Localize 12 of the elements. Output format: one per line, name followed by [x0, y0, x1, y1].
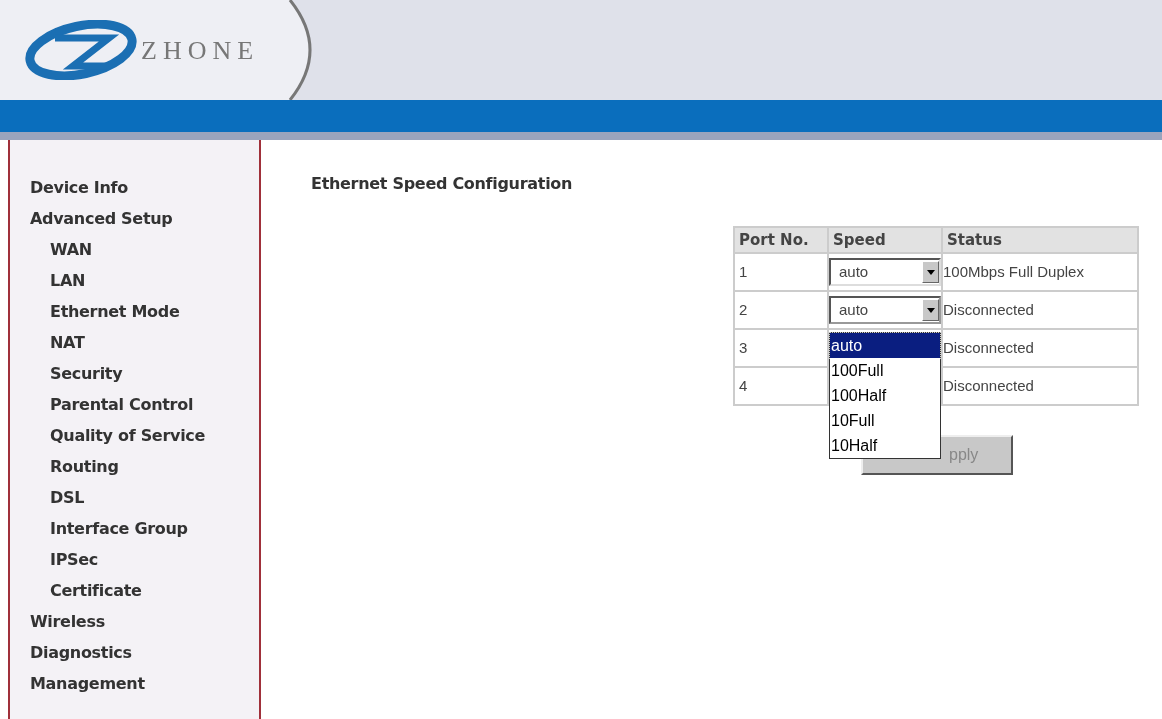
table-cell: Disconnected [942, 291, 1138, 329]
column-header: Speed [828, 227, 942, 253]
table-cell: Disconnected [942, 329, 1138, 367]
table-cell: 1 [734, 253, 828, 291]
column-header: Status [942, 227, 1138, 253]
table-cell: 2 [734, 291, 828, 329]
table-cell: Disconnected [942, 367, 1138, 405]
page-title: Ethernet Speed Configuration [311, 173, 574, 195]
table-cell: 3 [734, 329, 828, 367]
table-cell: 100Mbps Full Duplex [942, 253, 1138, 291]
column-header: Port No. [734, 227, 828, 253]
logo-text: ZHONE [141, 34, 260, 67]
